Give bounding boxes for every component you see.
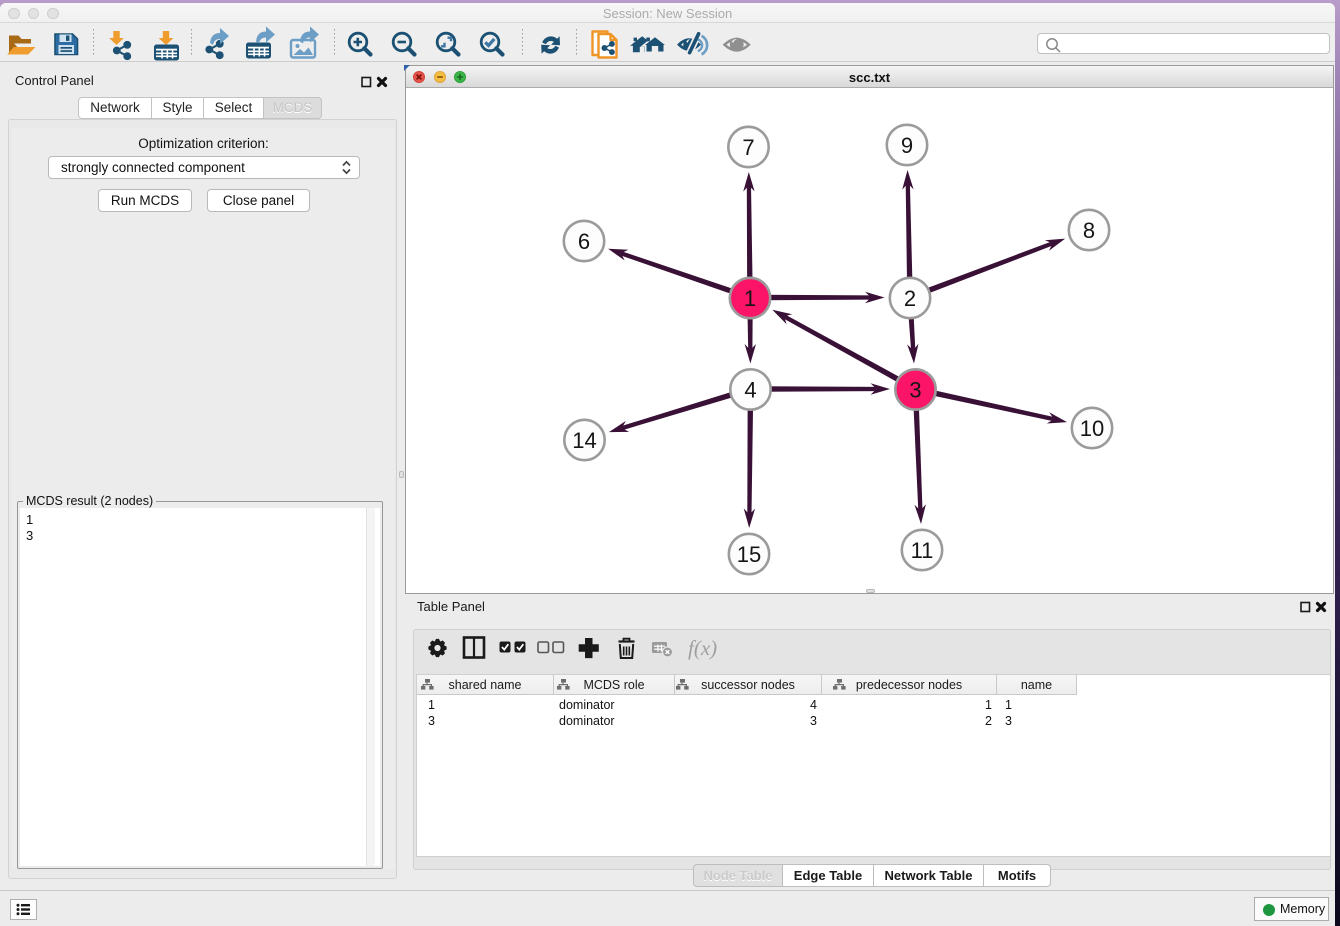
svg-text:9: 9 (901, 132, 913, 157)
svg-text:14: 14 (572, 427, 596, 452)
svg-text:6: 6 (578, 228, 590, 253)
svg-text:8: 8 (1083, 217, 1095, 242)
svg-text:7: 7 (742, 134, 754, 159)
svg-text:2: 2 (904, 285, 916, 310)
svg-text:15: 15 (737, 541, 761, 566)
svg-text:f(x): f(x) (688, 636, 717, 660)
svg-text:3: 3 (909, 377, 921, 402)
svg-text:1: 1 (744, 285, 756, 310)
svg-text:10: 10 (1080, 415, 1104, 440)
svg-text:4: 4 (744, 377, 756, 402)
svg-text:11: 11 (911, 537, 934, 562)
